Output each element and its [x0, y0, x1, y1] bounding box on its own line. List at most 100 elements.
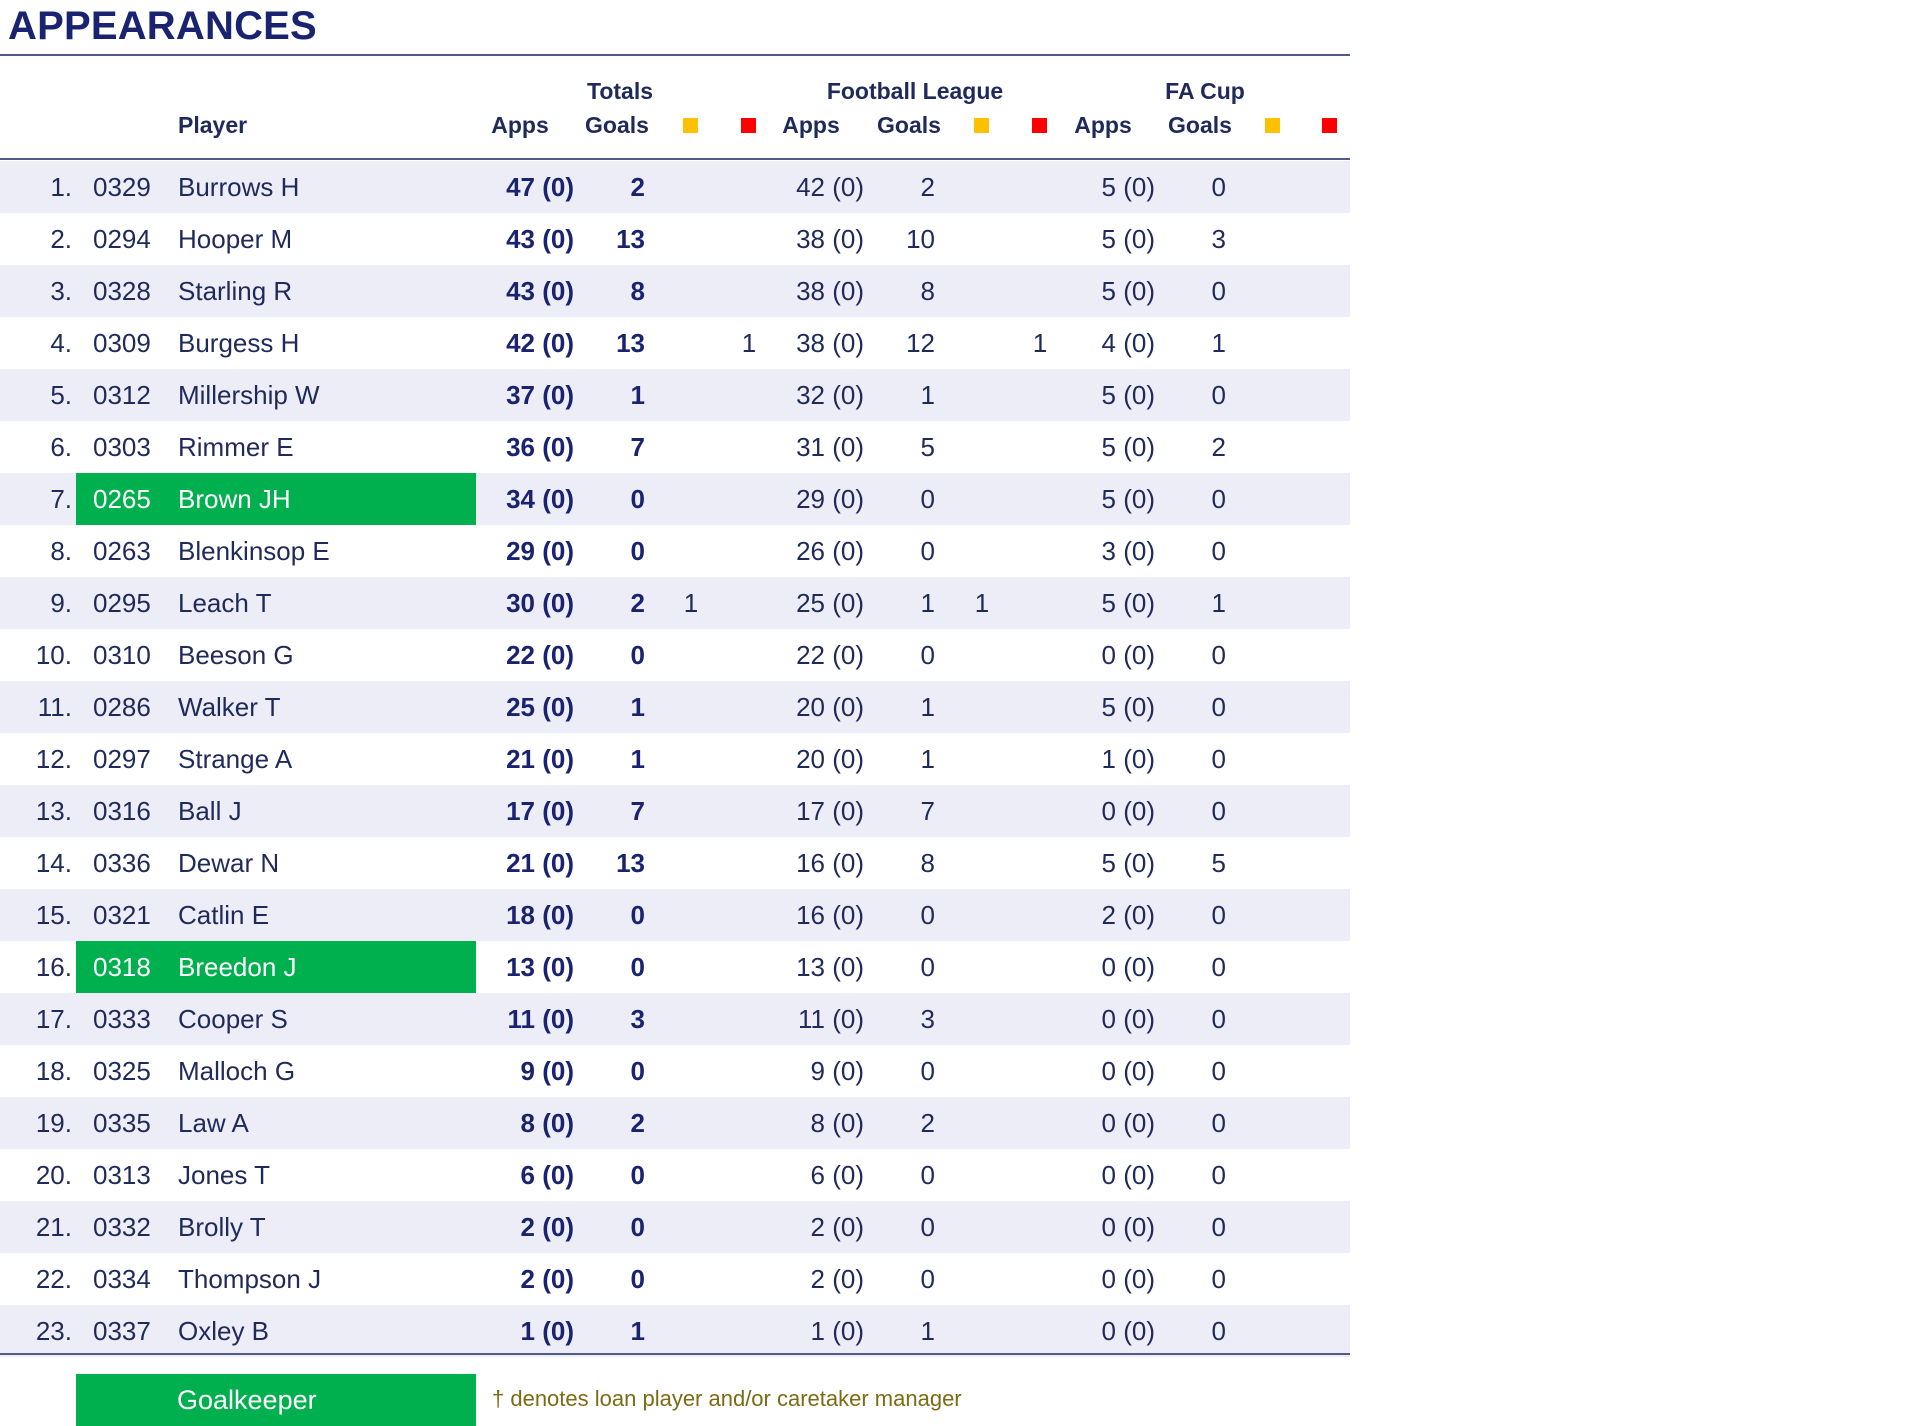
cup-apps: 5 (0) [1101, 172, 1155, 202]
player-name: Starling R [178, 276, 293, 306]
totals-goals: 0 [630, 484, 645, 514]
league-apps: 20 (0) [796, 744, 864, 774]
cup-apps: 5 (0) [1101, 380, 1155, 410]
league-apps: 22 (0) [796, 640, 864, 670]
cup-goals: 0 [1211, 900, 1226, 930]
cup-apps: 0 (0) [1101, 640, 1155, 670]
row-position: 18. [35, 1056, 72, 1086]
header-rule [0, 158, 1350, 160]
league-goals: 0 [920, 1212, 935, 1242]
yellow-card-icon [1265, 118, 1280, 133]
table-row: 2. 0294 Hooper M 43 (0) 13 38 (0) 10 5 (0) 3 [0, 213, 1350, 265]
totals-goals: 2 [630, 588, 645, 618]
player-id: 0312 [93, 380, 151, 410]
player-id: 0265 [93, 484, 151, 514]
cup-goals: 3 [1211, 224, 1226, 254]
totals-apps: 6 (0) [520, 1160, 574, 1190]
totals-goals: 2 [630, 1108, 645, 1138]
row-position: 5. [50, 380, 72, 410]
cup-goals: 0 [1211, 276, 1226, 306]
appearances-table: 1. 0329 Burrows H 47 (0) 2 42 (0) 2 5 (0) 0 2. 029… [0, 161, 1350, 1357]
row-position: 3. [50, 276, 72, 306]
player-id: 0286 [93, 692, 151, 722]
cup-goals: 0 [1211, 172, 1226, 202]
row-position: 13. [35, 796, 72, 826]
player-id: 0263 [93, 536, 151, 566]
league-goals: 1 [920, 588, 935, 618]
table-row: 16. 0318 Breedon J 13 (0) 0 13 (0) 0 0 (0) 0 [0, 941, 1350, 993]
cup-apps: 5 (0) [1101, 484, 1155, 514]
player-id: 0333 [93, 1004, 151, 1034]
cup-apps: 5 (0) [1101, 692, 1155, 722]
player-name: Malloch G [178, 1056, 296, 1086]
league-goals: 0 [920, 484, 935, 514]
totals-apps: 18 (0) [506, 900, 574, 930]
totals-apps: 47 (0) [506, 172, 574, 202]
league-goals: 0 [920, 900, 935, 930]
header-football-league: Football League [826, 78, 1004, 104]
league-apps: 38 (0) [796, 328, 864, 358]
league-apps: 38 (0) [796, 224, 864, 254]
cup-goals: 0 [1211, 484, 1226, 514]
player-name: Breedon J [178, 952, 297, 982]
league-goals: 1 [920, 1316, 935, 1346]
league-goals: 12 [906, 328, 935, 358]
row-position: 22. [35, 1264, 72, 1294]
title-rule [0, 54, 1350, 56]
player-id: 0335 [93, 1108, 151, 1138]
cup-apps: 0 (0) [1101, 1056, 1155, 1086]
cup-goals: 0 [1211, 1056, 1226, 1086]
cup-goals: 0 [1211, 744, 1226, 774]
header-fa-cup: FA Cup [1165, 78, 1245, 104]
yellow-card-icon [974, 118, 989, 133]
cup-apps: 5 (0) [1101, 276, 1155, 306]
cup-goals: 0 [1211, 952, 1226, 982]
league-goals: 10 [906, 224, 935, 254]
legend-goalkeeper-label: Goalkeeper [177, 1385, 317, 1415]
totals-apps: 25 (0) [506, 692, 574, 722]
player-name: Beeson G [178, 640, 294, 670]
footer-rule [0, 1353, 1350, 1355]
row-position: 16. [35, 952, 72, 982]
legend-goalkeeper: Goalkeeper [76, 1374, 476, 1426]
totals-apps: 43 (0) [506, 224, 574, 254]
cup-goals: 0 [1211, 1212, 1226, 1242]
cup-apps: 0 (0) [1101, 952, 1155, 982]
player-id: 0294 [93, 224, 151, 254]
table-row: 15. 0321 Catlin E 18 (0) 0 16 (0) 0 2 (0) 0 [0, 889, 1350, 941]
totals-yellow-cards: 1 [683, 588, 699, 618]
header-fa-apps: Apps [1074, 112, 1132, 138]
cup-apps: 0 (0) [1101, 1264, 1155, 1294]
table-row: 11. 0286 Walker T 25 (0) 1 20 (0) 1 5 (0) 0 [0, 681, 1350, 733]
cup-apps: 0 (0) [1101, 1160, 1155, 1190]
totals-apps: 29 (0) [506, 536, 574, 566]
header-totals-apps: Apps [491, 112, 549, 138]
player-id: 0318 [93, 952, 151, 982]
header-fl-goals: Goals [877, 112, 941, 138]
table-row: 22. 0334 Thompson J 2 (0) 0 2 (0) 0 0 (0) 0 [0, 1253, 1350, 1305]
player-name: Law A [178, 1108, 249, 1138]
league-goals: 3 [920, 1004, 935, 1034]
row-position: 7. [50, 484, 72, 514]
red-card-icon [1322, 118, 1337, 133]
row-position: 20. [35, 1160, 72, 1190]
league-goals: 1 [920, 380, 935, 410]
player-name: Burgess H [178, 328, 300, 358]
cup-goals: 0 [1211, 1160, 1226, 1190]
totals-goals: 3 [630, 1004, 645, 1034]
table-row: 9. 0295 Leach T 30 (0) 2 1 25 (0) 1 1 5 (0) 1 [0, 577, 1350, 629]
totals-goals: 13 [616, 224, 645, 254]
cup-goals: 0 [1211, 1004, 1226, 1034]
player-id: 0325 [93, 1056, 151, 1086]
table-row: 19. 0335 Law A 8 (0) 2 8 (0) 2 0 (0) 0 [0, 1097, 1350, 1149]
row-position: 12. [35, 744, 72, 774]
cup-goals: 0 [1211, 1316, 1226, 1346]
row-position: 9. [50, 588, 72, 618]
header-totals-goals: Goals [585, 112, 649, 138]
player-id: 0332 [93, 1212, 151, 1242]
table-row: 4. 0309 Burgess H 42 (0) 13 1 38 (0) 12 1 4 (0) 1 [0, 317, 1350, 369]
totals-apps: 42 (0) [506, 328, 574, 358]
totals-apps: 36 (0) [506, 432, 574, 462]
league-goals: 8 [920, 848, 935, 878]
player-name: Leach T [178, 588, 272, 618]
